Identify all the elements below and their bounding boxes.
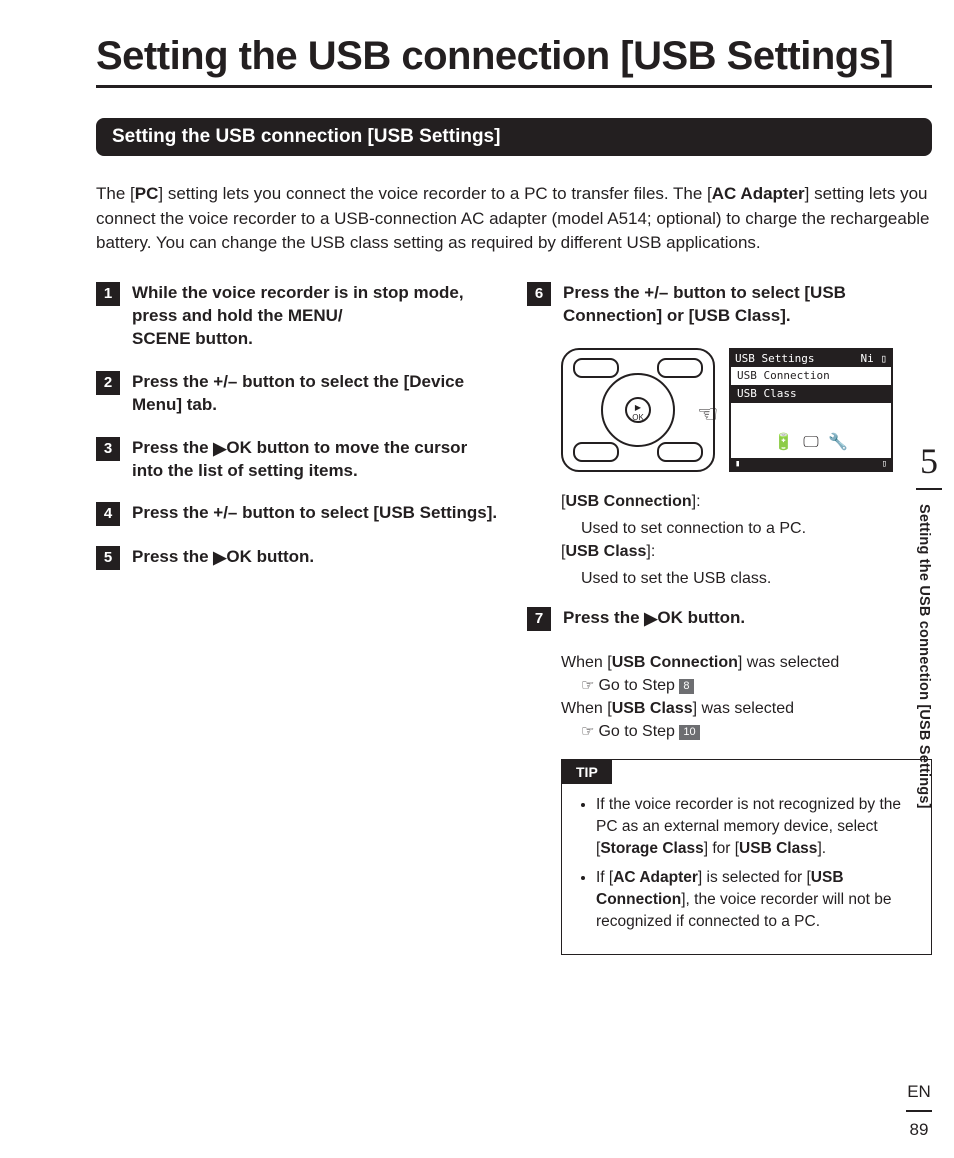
device-diagram: ▶OK ☞ xyxy=(561,348,715,472)
tip-item: If [AC Adapter] is selected for [USB Con… xyxy=(596,867,913,932)
title-rule xyxy=(96,85,932,88)
step-1: 1While the voice recorder is in stop mod… xyxy=(96,282,501,351)
page-title: Setting the USB connection [USB Settings… xyxy=(96,34,932,79)
step6-description: [USB Connection]: Used to set connection… xyxy=(561,490,932,591)
intro-paragraph: The [PC] setting lets you connect the vo… xyxy=(96,182,932,256)
step-7: 7Press the ▶OK button. xyxy=(527,607,932,631)
page-footer: EN 89 xyxy=(906,1082,932,1140)
step-ref-10: 10 xyxy=(679,725,699,740)
lcd-icons: 🔋 🖵 🔧 xyxy=(731,432,891,452)
language-code: EN xyxy=(906,1082,932,1102)
pointer-icon: ☞ xyxy=(581,675,594,697)
tip-item: If the voice recorder is not recognized … xyxy=(596,794,913,859)
side-title: Setting the USB connection [USB Settings… xyxy=(916,504,932,809)
step-ref-8: 8 xyxy=(679,679,693,694)
page-number: 89 xyxy=(906,1120,932,1140)
section-bar: Setting the USB connection [USB Settings… xyxy=(96,118,932,156)
tip-label: TIP xyxy=(562,760,612,784)
step-4: 4Press the +/– button to select [USB Set… xyxy=(96,502,501,526)
step-6: 6Press the +/– button to select [USB Con… xyxy=(527,282,932,328)
step-2: 2Press the +/– button to select the [Dev… xyxy=(96,371,501,417)
step6-figures: ▶OK ☞ USB SettingsNi ▯ USB Connection US… xyxy=(561,348,932,472)
step-5: 5Press the ▶OK button. xyxy=(96,546,501,570)
lcd-screenshot: USB SettingsNi ▯ USB Connection USB Clas… xyxy=(729,348,893,472)
tip-box: TIP If the voice recorder is not recogni… xyxy=(561,759,932,955)
left-column: 1While the voice recorder is in stop mod… xyxy=(96,282,501,956)
right-column: 6Press the +/– button to select [USB Con… xyxy=(527,282,932,956)
side-tab: 5 Setting the USB connection [USB Settin… xyxy=(916,440,942,809)
pointing-hand-icon: ☞ xyxy=(697,400,719,429)
ok-button-icon: ▶OK xyxy=(625,397,651,423)
step7-branches: When [USB Connection] was selected ☞Go t… xyxy=(561,651,932,744)
pointer-icon: ☞ xyxy=(581,721,594,743)
step-3: 3Press the ▶OK button to move the cursor… xyxy=(96,437,501,483)
chapter-number: 5 xyxy=(916,440,942,482)
